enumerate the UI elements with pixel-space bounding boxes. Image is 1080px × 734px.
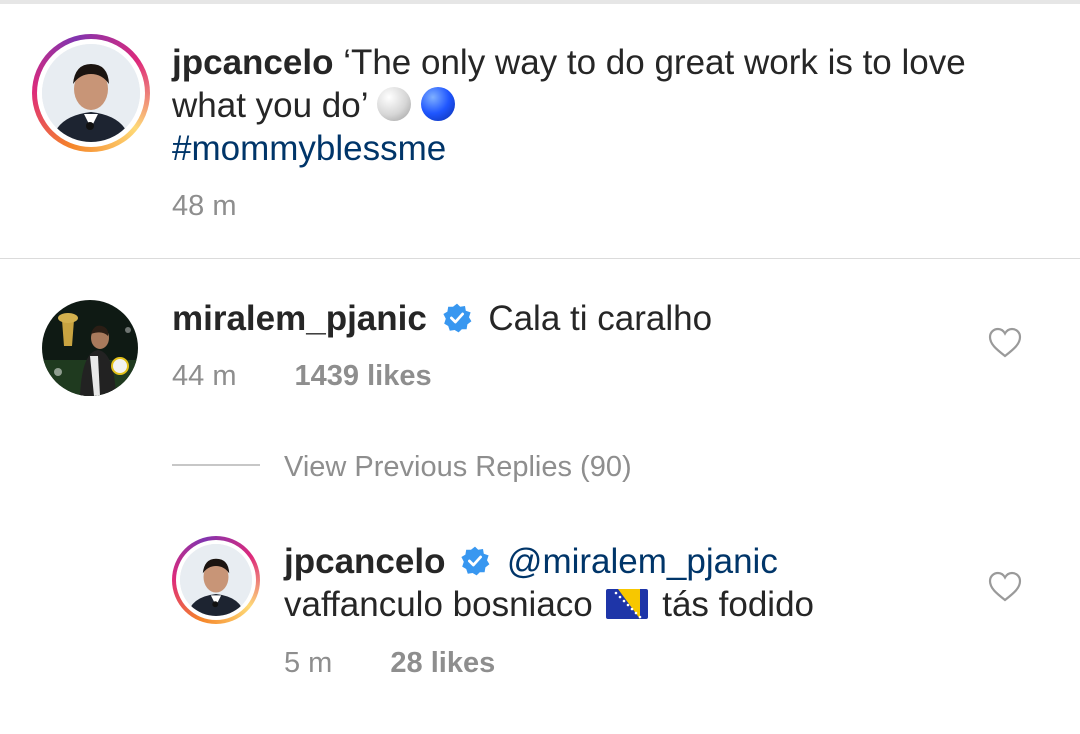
- reply-avatar-ring[interactable]: [172, 536, 260, 624]
- reply-line-1: jpcancelo @miralem_pjanic: [284, 541, 778, 583]
- reply-time: 5 m: [284, 647, 333, 679]
- white-ball-emoji: [376, 87, 411, 121]
- comment-username[interactable]: miralem_pjanic: [172, 299, 427, 338]
- reply-mention[interactable]: @miralem_pjanic: [507, 542, 778, 581]
- caption-line-2: what you do’: [172, 85, 455, 127]
- avatar: [42, 44, 140, 142]
- reply-text-1: vaffanculo bosniaco: [284, 585, 593, 624]
- caption-line-1: jpcancelo ‘The only way to do great work…: [172, 42, 966, 84]
- caption-hashtag[interactable]: #mommyblessme: [172, 128, 446, 170]
- comment-likes[interactable]: 1439 likes: [295, 360, 432, 392]
- section-divider: [0, 258, 1080, 259]
- replies-line: [172, 464, 260, 466]
- verified-badge-icon: [442, 303, 471, 333]
- avatar: [180, 544, 252, 616]
- comment-time: 44 m: [172, 360, 237, 392]
- reply-likes[interactable]: 28 likes: [390, 647, 495, 679]
- blue-ball-emoji: [420, 87, 455, 121]
- comment-avatar[interactable]: [42, 300, 138, 396]
- caption-text-2: what you do’: [172, 86, 368, 125]
- reply-meta: 5 m 28 likes: [284, 647, 495, 680]
- like-heart-icon[interactable]: [988, 327, 1022, 359]
- bosnia-flag-emoji: [606, 589, 649, 619]
- caption-avatar-ring[interactable]: [32, 34, 150, 152]
- reply-text-2: tás fodido: [662, 585, 814, 624]
- reply-username[interactable]: jpcancelo: [284, 542, 445, 581]
- verified-badge-icon: [461, 546, 490, 576]
- comment-meta: 44 m 1439 likes: [172, 360, 432, 393]
- caption-time: 48 m: [172, 190, 237, 222]
- comment-text: Cala ti caralho: [488, 299, 713, 338]
- caption-username[interactable]: jpcancelo: [172, 43, 333, 82]
- reply-line-2: vaffanculo bosniaco tás fodido: [284, 584, 814, 626]
- top-divider: [0, 0, 1080, 4]
- like-heart-icon[interactable]: [988, 571, 1022, 603]
- caption-text-1: ‘The only way to do great work is to lov…: [343, 43, 966, 82]
- comment-line: miralem_pjanic Cala ti caralho: [172, 298, 712, 340]
- view-previous-replies[interactable]: View Previous Replies (90): [284, 451, 632, 484]
